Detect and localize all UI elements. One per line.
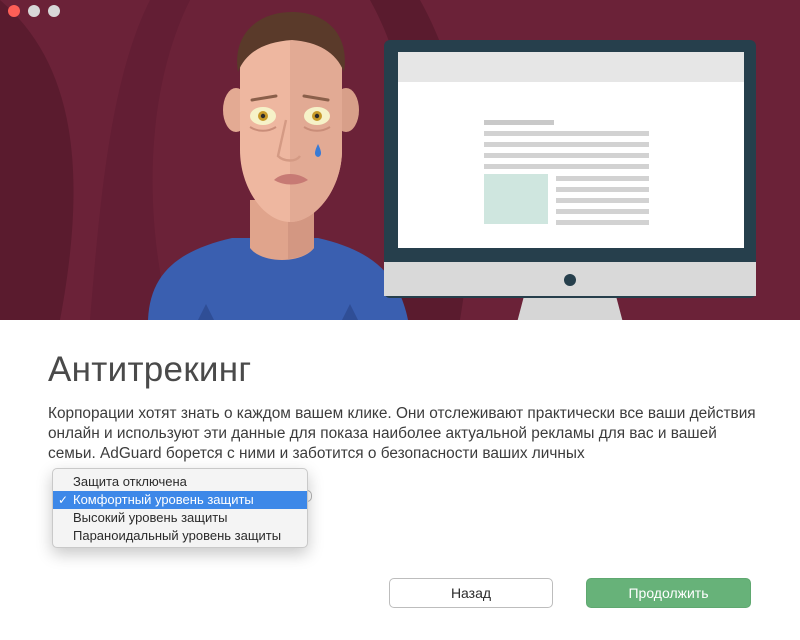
back-button[interactable]: Назад [389,578,553,608]
menu-item-protection-off[interactable]: Защита отключена [53,473,307,491]
continue-button[interactable]: Продолжить [586,578,751,608]
maximize-window-button[interactable] [48,5,60,17]
checkmark-icon: ✓ [58,493,69,507]
hero-illustration [0,0,800,320]
close-window-button[interactable] [8,5,20,17]
menu-item-label: Защита отключена [73,474,187,489]
monitor-illustration [384,40,756,320]
content-panel: Антитрекинг Корпорации хотят знать о каж… [0,320,800,640]
menu-item-comfort-protection[interactable]: ✓ Комфортный уровень защиты [53,491,307,509]
menu-item-label: Высокий уровень защиты [73,510,228,525]
menu-item-paranoid-protection[interactable]: Параноидальный уровень защиты [53,527,307,545]
monitor-stand [517,296,623,320]
menu-item-label: Комфортный уровень защиты [73,492,254,507]
illustration-svg [0,0,800,320]
menu-item-label: Параноидальный уровень защиты [73,528,282,543]
protection-level-menu[interactable]: Защита отключена ✓ Комфортный уровень за… [52,468,308,548]
minimize-window-button[interactable] [28,5,40,17]
page-description: Корпорации хотят знать о каждом вашем кл… [48,405,756,462]
menu-item-high-protection[interactable]: Высокий уровень защиты [53,509,307,527]
page-title: Антитрекинг [48,350,252,389]
onboarding-window: Антитрекинг Корпорации хотят знать о каж… [0,0,800,640]
